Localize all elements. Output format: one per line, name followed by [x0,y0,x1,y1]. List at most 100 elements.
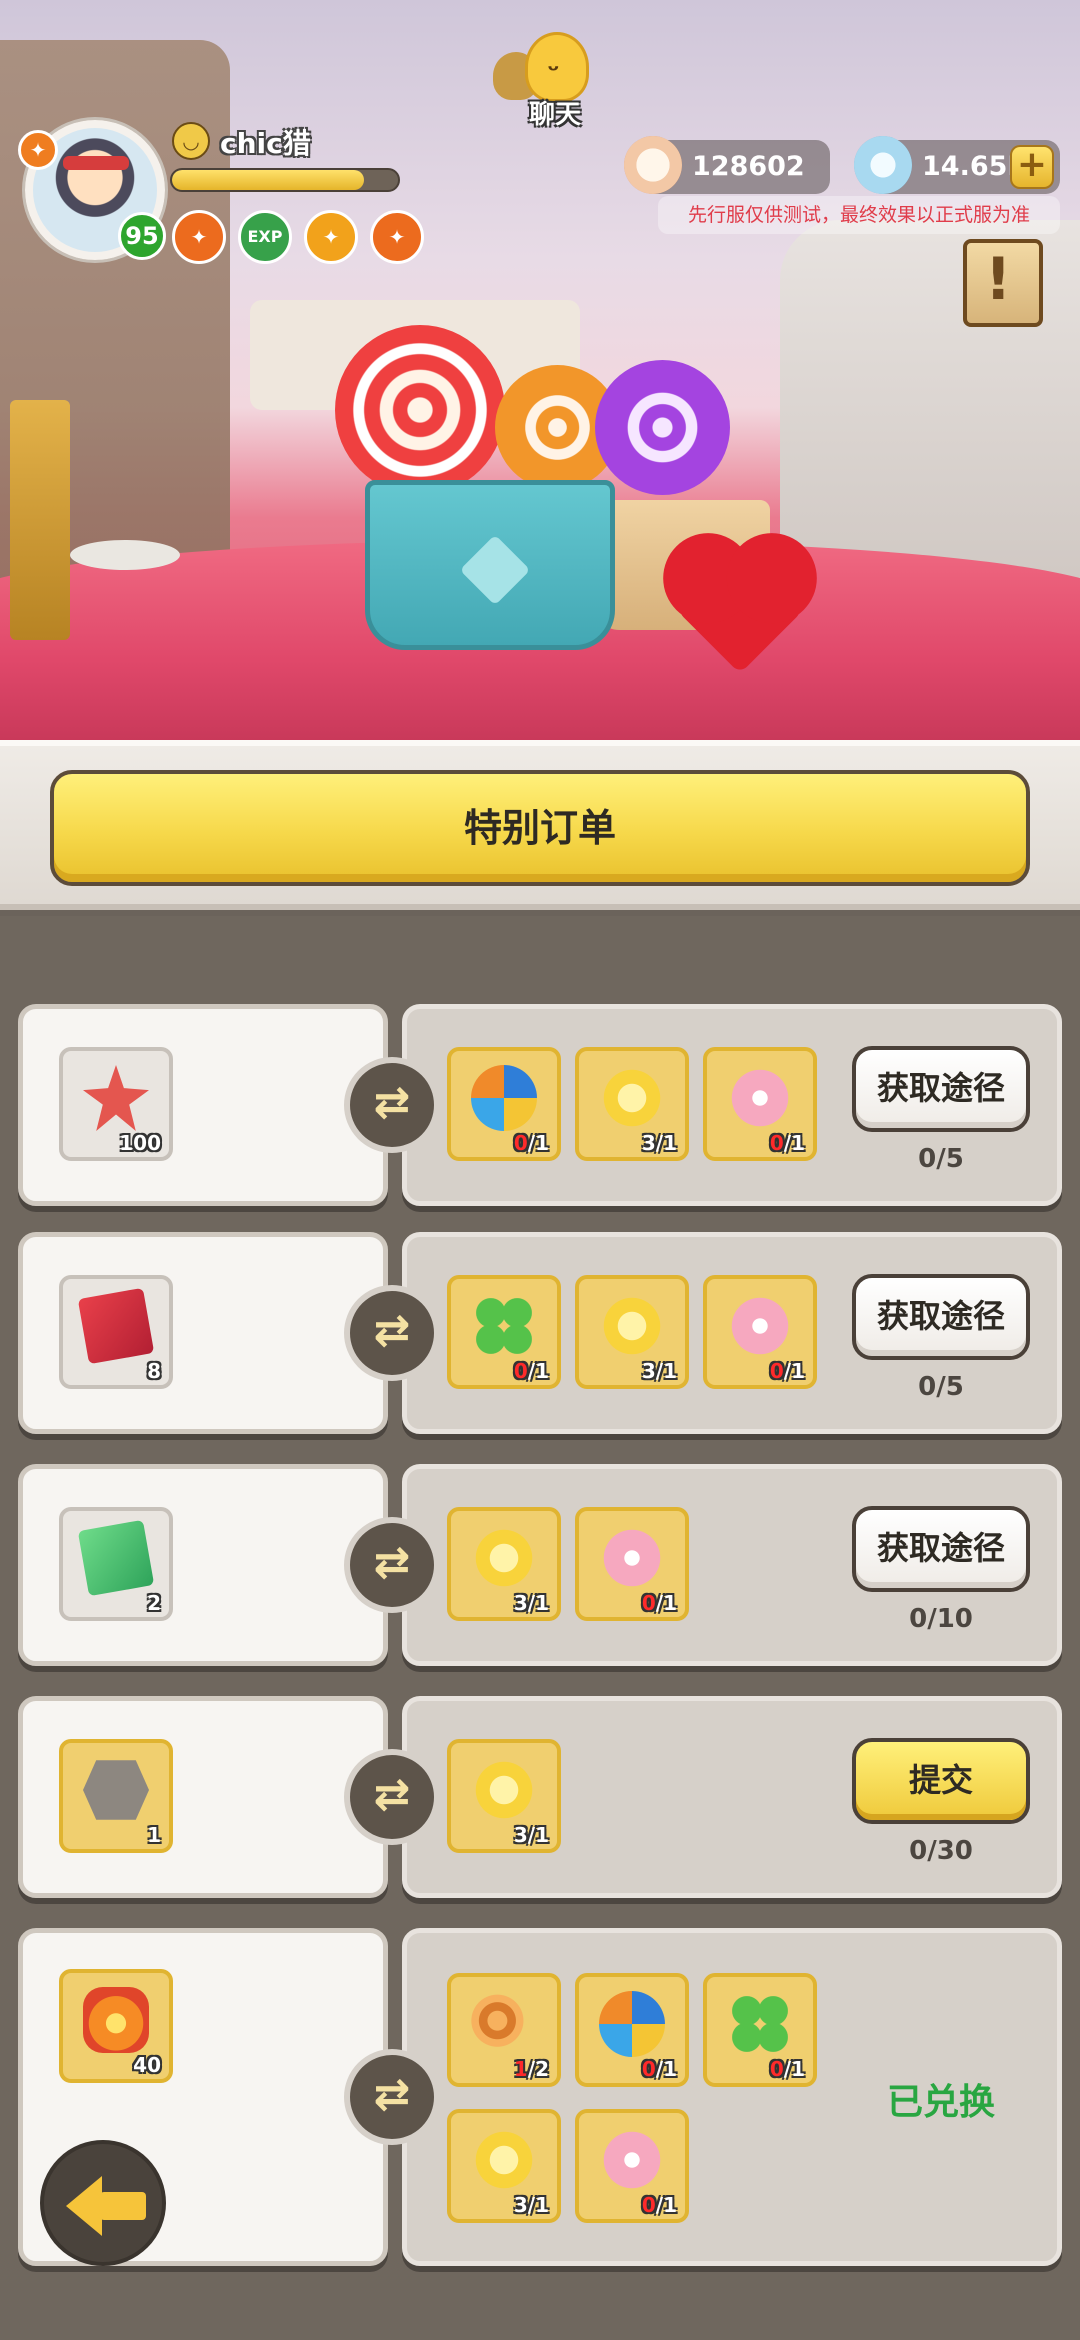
owned-count: 0 [641,1591,656,1615]
requirement-slot[interactable]: 3/1 [575,1275,689,1389]
requirement-slot[interactable]: 0/1 [447,1275,561,1389]
orders-list[interactable]: 100 0/1 3/1 0/1 ⇄ 获取途径 0/5 8 0/1 3/1 0/1 ⇄ 获取途径 0/5 2 3… [0,916,1080,2340]
quest-scroll-button[interactable]: ! [955,235,1051,331]
reward-count: 2 [147,1591,161,1615]
order-progress: 0/10 [909,1604,973,1634]
owned-count: 3 [641,1131,656,1155]
paw-buff-icon[interactable]: ✦ [172,210,226,264]
requirement-slot[interactable]: 0/1 [703,1275,817,1389]
chat-label: 聊天 [528,100,581,130]
reward-count: 8 [147,1359,161,1383]
get-source-button[interactable]: 获取途径 [852,1274,1030,1360]
requirement-slot[interactable]: 0/1 [447,1047,561,1161]
xp-fill [172,170,365,190]
reward-slot[interactable]: 40 [59,1969,173,2083]
claw-badge-icon: ✦ [18,130,58,170]
reward-count: 1 [147,1823,161,1847]
requirement-count: 3/1 [513,1591,549,1615]
exchange-icon: ⇄ [344,1057,440,1153]
reward-card: 8 [18,1232,388,1434]
add-gems-button[interactable]: + [1010,145,1054,189]
order-row: 8 0/1 3/1 0/1 ⇄ 获取途径 0/5 [18,1232,1062,1434]
clover-icon [727,1991,793,2057]
fire-crystal-icon [83,1987,149,2053]
gem-currency[interactable]: 14.65M + [854,136,1060,194]
back-arrow-shaft [100,2192,146,2220]
requirement-slot[interactable]: 3/1 [447,1507,561,1621]
reward-slot[interactable]: 8 [59,1275,173,1389]
sun-icon [599,1065,665,1131]
flower-icon [599,1525,665,1591]
exchange-icon: ⇄ [344,2049,440,2145]
get-source-button[interactable]: 获取途径 [852,1046,1030,1132]
owned-count: 3 [641,1359,656,1383]
reward-slot[interactable]: 100 [59,1047,173,1161]
fossil-icon [83,1760,149,1820]
sun-icon [471,2127,537,2193]
back-arrow-icon [66,2176,102,2236]
special-orders-title: 特别订单 [50,770,1030,886]
snail-icon [471,1991,537,2057]
requirement-slot[interactable]: 3/1 [575,1047,689,1161]
owned-count: 3 [513,2193,528,2217]
test-server-notice: 先行服仅供测试，最终效果以正式服为准 [658,196,1060,234]
owned-count: 0 [769,1359,784,1383]
back-button[interactable] [40,2140,166,2266]
chat-button[interactable]: ᵕ 聊天 [485,30,615,130]
owned-count: 0 [641,2057,656,2081]
requirement-count: 0/1 [513,1131,549,1155]
order-progress: 0/30 [909,1836,973,1866]
exp-buff-icon[interactable]: EXP [238,210,292,264]
heart-decoration [459,534,531,606]
reward-slot[interactable]: 2 [59,1507,173,1621]
order-progress: 0/5 [918,1144,964,1174]
requirement-slot[interactable]: 0/1 [575,1973,689,2087]
red-lollipop [335,325,505,495]
shell-amount: 128602 [692,151,805,182]
requirement-count: 3/1 [513,1823,549,1847]
player-level: 95 [118,212,166,260]
sun-icon [471,1757,537,1823]
requirement-count: 0/1 [641,2057,677,2081]
reward-count: 100 [119,1131,161,1155]
mask-buff-icon[interactable]: ✦ [370,210,424,264]
gem-icon [854,136,912,194]
player-name: chic猎 [220,127,311,160]
redeemed-status: 已兑换 [886,2082,995,2123]
panel-header: 特别订单 [0,740,1080,910]
owned-count: 0 [769,1131,784,1155]
requirement-count: 0/1 [769,1131,805,1155]
reward-slot[interactable]: 1 [59,1739,173,1853]
requirement-count: 3/1 [641,1131,677,1155]
scale-plate [70,540,180,570]
requirement-count: 3/1 [641,1359,677,1383]
requirement-slot[interactable]: 0/1 [575,2109,689,2223]
exchange-icon: ⇄ [344,1517,440,1613]
requirement-slot[interactable]: 1/2 [447,1973,561,2087]
requirement-slot[interactable]: 0/1 [703,1973,817,2087]
reward-card: 2 [18,1464,388,1666]
reward-count: 40 [133,2053,161,2077]
requirement-slot[interactable]: 0/1 [703,1047,817,1161]
sun-icon [471,1525,537,1591]
owned-count: 3 [513,1823,528,1847]
submit-button[interactable]: 提交 [852,1738,1030,1824]
get-source-button[interactable]: 获取途径 [852,1506,1030,1592]
exclamation-icon: ! [985,245,1012,313]
shell-currency[interactable]: 128602 [624,136,830,194]
fire-buff-icon[interactable]: ✦ [304,210,358,264]
pinwheel-icon [599,1991,665,2057]
requirement-slot[interactable]: 3/1 [447,1739,561,1853]
owned-count: 1 [513,2057,528,2081]
clover-icon [471,1293,537,1359]
headband [63,156,129,170]
requirement-count: 0/1 [769,2057,805,2081]
green-ticket-icon [77,1519,155,1597]
requirement-slot[interactable]: 0/1 [575,1507,689,1621]
flower-icon [727,1065,793,1131]
shell-icon [624,136,682,194]
exchange-icon: ⇄ [344,1285,440,1381]
owned-count: 0 [641,2193,656,2217]
requirement-slot[interactable]: 3/1 [447,2109,561,2223]
player-emote-icon: ◡ [172,122,210,160]
